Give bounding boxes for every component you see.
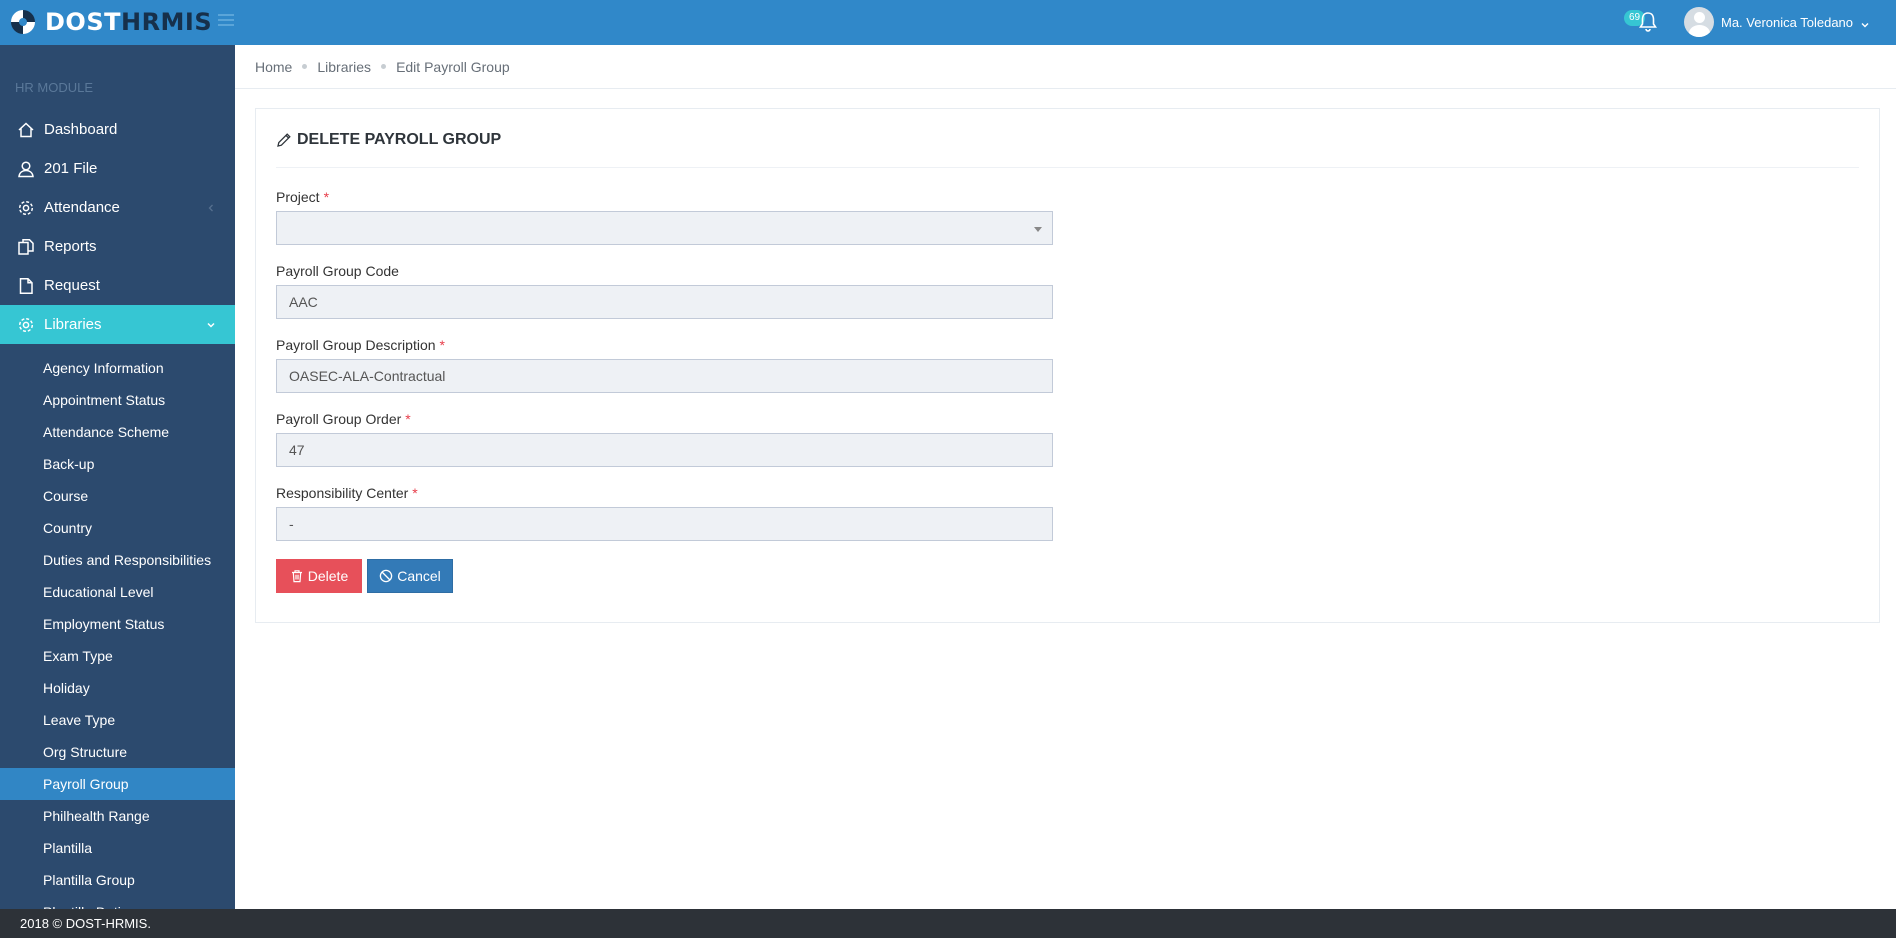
user-menu[interactable]: Ma. Veronica Toledano [1684, 7, 1870, 37]
sidebar-subitem-agency-information[interactable]: Agency Information [0, 352, 235, 384]
responsibility-label-text: Responsibility Center [276, 485, 409, 501]
sidebar-item-attendance[interactable]: Attendance [0, 188, 235, 227]
sidebar-item-request[interactable]: Request [0, 266, 235, 305]
delete-button[interactable]: Delete [276, 559, 362, 593]
required-marker: * [439, 337, 445, 353]
form-portlet: DELETE PAYROLL GROUP Project * Payroll Gr… [255, 108, 1880, 623]
caret-down-icon [1034, 227, 1042, 232]
project-label-text: Project [276, 189, 320, 205]
sidebar: HR MODULE Dashboard 201 File Attendance … [0, 45, 235, 909]
sidebar-subitem-payroll-group[interactable]: Payroll Group [0, 768, 235, 800]
file-icon [17, 277, 35, 295]
logo-hrmis: HRMIS [120, 8, 213, 36]
sidebar-subitem-leave-type[interactable]: Leave Type [0, 704, 235, 736]
cancel-button-label: Cancel [397, 568, 441, 584]
sidebar-subitem-exam-type[interactable]: Exam Type [0, 640, 235, 672]
footer: 2018 © DOST-HRMIS. [0, 909, 1896, 938]
sidebar-subitem-attendance-scheme[interactable]: Attendance Scheme [0, 416, 235, 448]
trash-icon [291, 570, 302, 583]
top-header: DOSTHRMIS 69 Ma. Veronica Toledano [0, 0, 1896, 45]
sidebar-item-libraries[interactable]: Libraries [0, 305, 235, 344]
sidebar-item-dashboard[interactable]: Dashboard [0, 110, 235, 149]
breadcrumb-separator [302, 64, 308, 69]
sidebar-subitem-educational-level[interactable]: Educational Level [0, 576, 235, 608]
breadcrumb-separator [381, 64, 387, 69]
sidebar-item-label: Attendance [44, 199, 120, 216]
menu-toggle-icon[interactable] [218, 14, 234, 28]
portlet-title: DELETE PAYROLL GROUP [276, 131, 1859, 168]
avatar [1684, 7, 1714, 37]
app-logo[interactable]: DOSTHRMIS [8, 7, 212, 37]
page-title: DELETE PAYROLL GROUP [297, 131, 502, 148]
payroll-group-code-label: Payroll Group Code [276, 263, 399, 279]
sidebar-subitem-plantilla[interactable]: Plantilla [0, 832, 235, 864]
project-label: Project * [276, 189, 329, 205]
user-icon [17, 160, 35, 178]
chevron-down-icon [205, 318, 217, 330]
sidebar-item-201-file[interactable]: 201 File [0, 149, 235, 188]
copy-icon [17, 238, 35, 256]
user-name: Ma. Veronica Toledano [1721, 14, 1854, 30]
responsibility-center-label: Responsibility Center * [276, 485, 418, 501]
sidebar-item-label: 201 File [44, 160, 98, 177]
bell-icon[interactable] [1638, 11, 1658, 33]
payroll-group-order-label: Payroll Group Order * [276, 411, 411, 427]
responsibility-center-field[interactable]: - [276, 507, 1053, 541]
sidebar-subitem-plantilla-duties[interactable]: Plantilla Duties [0, 896, 235, 909]
sidebar-subitem-course[interactable]: Course [0, 480, 235, 512]
required-marker: * [412, 485, 418, 501]
gear-icon [17, 316, 35, 334]
breadcrumb-libraries[interactable]: Libraries [317, 59, 371, 75]
sidebar-item-label: Reports [44, 238, 97, 255]
cancel-button[interactable]: Cancel [367, 559, 453, 593]
sidebar-subitem-plantilla-group[interactable]: Plantilla Group [0, 864, 235, 896]
ban-icon [379, 569, 393, 583]
sidebar-item-label: Libraries [44, 316, 102, 333]
breadcrumb: Home Libraries Edit Payroll Group [235, 45, 1896, 89]
sidebar-subitem-duties-and-responsibilities[interactable]: Duties and Responsibilities [0, 544, 235, 576]
chevron-down-icon [1860, 17, 1870, 28]
sidebar-subitem-country[interactable]: Country [0, 512, 235, 544]
sidebar-subitem-appointment-status[interactable]: Appointment Status [0, 384, 235, 416]
logo-mark-icon [8, 7, 38, 37]
home-icon [17, 121, 35, 139]
delete-button-label: Delete [307, 568, 349, 584]
payroll-group-code-field[interactable]: AAC [276, 285, 1053, 319]
gear-icon [17, 199, 35, 217]
sidebar-item-label: Request [44, 277, 100, 294]
description-label-text: Payroll Group Description [276, 337, 436, 353]
footer-copyright: 2018 © DOST-HRMIS. [20, 916, 151, 931]
required-marker: * [405, 411, 411, 427]
sidebar-subitem-back-up[interactable]: Back-up [0, 448, 235, 480]
order-label-text: Payroll Group Order [276, 411, 402, 427]
sidebar-heading: HR MODULE [15, 80, 94, 95]
project-select[interactable] [276, 211, 1053, 245]
sidebar-item-label: Dashboard [44, 121, 118, 138]
sidebar-subitem-employment-status[interactable]: Employment Status [0, 608, 235, 640]
app-title: DOSTHRMIS [45, 8, 212, 36]
payroll-group-description-field[interactable]: OASEC-ALA-Contractual [276, 359, 1053, 393]
chevron-left-icon [205, 201, 217, 213]
sidebar-subitem-holiday[interactable]: Holiday [0, 672, 235, 704]
sidebar-subitem-org-structure[interactable]: Org Structure [0, 736, 235, 768]
sidebar-subitem-philhealth-range[interactable]: Philhealth Range [0, 800, 235, 832]
breadcrumb-current: Edit Payroll Group [396, 58, 510, 75]
payroll-group-order-field[interactable]: 47 [276, 433, 1053, 467]
sidebar-item-reports[interactable]: Reports [0, 227, 235, 266]
required-marker: * [323, 189, 330, 205]
pencil-icon [276, 132, 292, 148]
logo-dost: DOST [45, 8, 121, 36]
breadcrumb-home[interactable]: Home [255, 59, 292, 75]
payroll-group-description-label: Payroll Group Description * [276, 337, 445, 353]
